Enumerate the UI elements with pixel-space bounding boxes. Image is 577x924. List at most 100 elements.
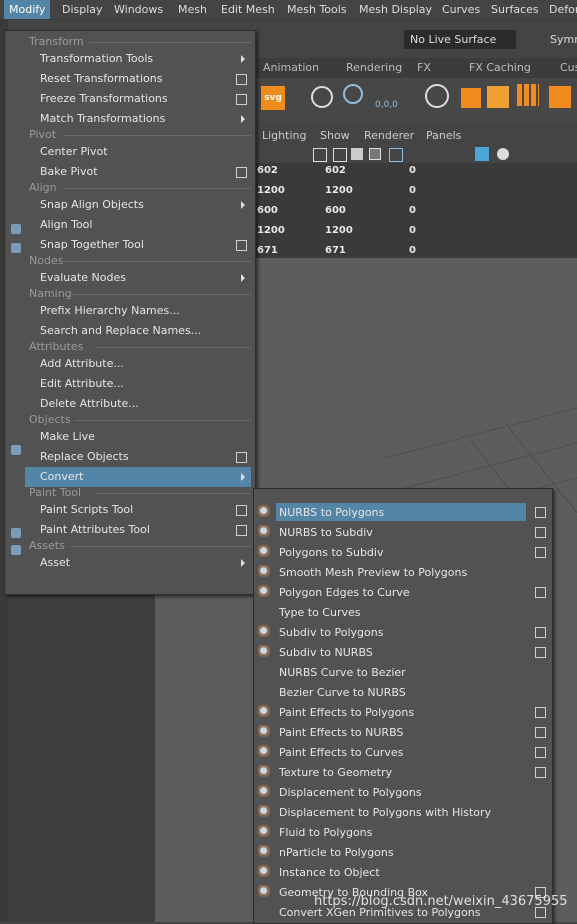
option-box-icon[interactable] xyxy=(236,452,247,463)
convert-item-fluid-to-polygons[interactable]: Fluid to Polygons xyxy=(254,823,550,843)
menu-curves[interactable]: Curves xyxy=(437,0,485,19)
option-box-icon[interactable] xyxy=(236,505,247,516)
menu-item-replace-objects[interactable]: Replace Objects xyxy=(5,447,253,467)
convert-item-nurbs-to-subdiv[interactable]: NURBS to Subdiv xyxy=(254,523,550,543)
convert-item-polygon-edges-to-curve[interactable]: Polygon Edges to Curve xyxy=(254,583,550,603)
menu-item-add-attribute[interactable]: Add Attribute... xyxy=(5,354,253,374)
menu-defor[interactable]: Defor xyxy=(544,0,577,19)
shelf-tool-icon[interactable] xyxy=(487,86,509,108)
menu-edit-mesh[interactable]: Edit Mesh xyxy=(216,0,280,19)
panel-menu-item[interactable]: Renderer xyxy=(364,128,414,144)
menu-item-paint-attributes-tool[interactable]: Paint Attributes Tool xyxy=(5,520,253,540)
shelf-tool-icon[interactable]: 0,0,0 xyxy=(375,82,405,112)
convert-item-paint-effects-to-polygons[interactable]: Paint Effects to Polygons xyxy=(254,703,550,723)
shelf-tab[interactable]: Rendering xyxy=(346,58,402,78)
menu-item-search-and-replace-names[interactable]: Search and Replace Names... xyxy=(5,321,253,341)
paint-effects-icon xyxy=(258,705,272,719)
option-box-icon[interactable] xyxy=(535,647,546,658)
option-box-icon[interactable] xyxy=(236,525,247,536)
shelf-tool-icon[interactable] xyxy=(461,88,481,108)
menu-item-snap-together-tool[interactable]: Snap Together Tool xyxy=(5,235,253,255)
panel-menu-item[interactable]: Show xyxy=(320,128,350,144)
shaded-icon[interactable] xyxy=(351,148,363,160)
panel-menu-item[interactable]: Panels xyxy=(426,128,461,144)
convert-item-instance-to-object[interactable]: Instance to Object xyxy=(254,863,550,883)
option-box-icon[interactable] xyxy=(236,167,247,178)
convert-item-texture-to-geometry[interactable]: Texture to Geometry xyxy=(254,763,550,783)
menu-modify[interactable]: Modify xyxy=(4,0,51,19)
shelf-tab[interactable]: Cus xyxy=(560,58,577,78)
menubar: Modify Display Windows Mesh Edit Mesh Mesh To… xyxy=(0,0,577,20)
textured-icon[interactable] xyxy=(369,148,381,160)
shelf-tool-icon[interactable] xyxy=(311,86,333,108)
option-box-icon[interactable] xyxy=(236,240,247,251)
sphere-icon[interactable] xyxy=(497,148,509,160)
menu-item-transformation-tools[interactable]: Transformation Tools xyxy=(5,49,253,69)
menu-windows[interactable]: Windows xyxy=(109,0,168,19)
menu-item-convert[interactable]: Convert xyxy=(5,467,253,487)
svg-icon[interactable]: svg xyxy=(261,86,285,110)
menu-item-edit-attribute[interactable]: Edit Attribute... xyxy=(5,374,253,394)
shelf-tab[interactable]: FX xyxy=(417,58,431,78)
table-cell: 0 xyxy=(409,225,416,236)
convert-item-displacement-to-polygons-with-history[interactable]: Displacement to Polygons with History xyxy=(254,803,550,823)
convert-item-smooth-mesh-preview-to-polygons[interactable]: Smooth Mesh Preview to Polygons xyxy=(254,563,550,583)
panel-menu-item[interactable]: Lighting xyxy=(262,128,306,144)
convert-item-paint-effects-to-nurbs[interactable]: Paint Effects to NURBS xyxy=(254,723,550,743)
menu-item-prefix-hierarchy-names[interactable]: Prefix Hierarchy Names... xyxy=(5,301,253,321)
menu-item-asset[interactable]: Asset xyxy=(5,553,253,573)
displacement-icon xyxy=(258,785,272,799)
convert-item-paint-effects-to-curves[interactable]: Paint Effects to Curves xyxy=(254,743,550,763)
option-box-icon[interactable] xyxy=(535,507,546,518)
option-box-icon[interactable] xyxy=(535,767,546,778)
option-box-icon[interactable] xyxy=(236,74,247,85)
convert-item-type-to-curves[interactable]: Type to Curves xyxy=(254,603,550,623)
convert-item-displacement-to-polygons[interactable]: Displacement to Polygons xyxy=(254,783,550,803)
menu-item-bake-pivot[interactable]: Bake Pivot xyxy=(5,162,253,182)
option-box-icon[interactable] xyxy=(535,727,546,738)
option-box-icon[interactable] xyxy=(535,527,546,538)
grid-icon[interactable] xyxy=(333,148,347,162)
menu-item-label: Snap Align Objects xyxy=(40,198,144,211)
convert-item-bezier-curve-to-nurbs[interactable]: Bezier Curve to NURBS xyxy=(254,683,550,703)
option-box-icon[interactable] xyxy=(535,587,546,598)
option-box-icon[interactable] xyxy=(535,627,546,638)
convert-item-nurbs-to-polygons[interactable]: NURBS to Polygons xyxy=(254,503,550,523)
shelf-tab[interactable]: FX Caching xyxy=(469,58,531,78)
menu-item-center-pivot[interactable]: Center Pivot xyxy=(5,142,253,162)
convert-item-subdiv-to-polygons[interactable]: Subdiv to Polygons xyxy=(254,623,550,643)
menu-item-freeze-transformations[interactable]: Freeze Transformations xyxy=(5,89,253,109)
menu-item-match-transformations[interactable]: Match Transformations xyxy=(5,109,253,129)
shelf-tool-icon[interactable] xyxy=(425,84,449,108)
symmetry-dropdown[interactable]: Symm xyxy=(550,30,577,49)
option-box-icon[interactable] xyxy=(535,747,546,758)
convert-item-subdiv-to-nurbs[interactable]: Subdiv to NURBS xyxy=(254,643,550,663)
menu-item-paint-scripts-tool[interactable]: Paint Scripts Tool xyxy=(5,500,253,520)
live-surface-field[interactable]: No Live Surface xyxy=(404,30,516,49)
menu-mesh[interactable]: Mesh xyxy=(173,0,212,19)
menu-item-evaluate-nodes[interactable]: Evaluate Nodes xyxy=(5,268,253,288)
lighting-icon[interactable] xyxy=(389,148,403,162)
wireframe-icon[interactable] xyxy=(313,148,327,162)
menu-display[interactable]: Display xyxy=(57,0,108,19)
cube-icon[interactable] xyxy=(475,147,489,161)
shelf-tool-icon[interactable] xyxy=(549,86,571,108)
menu-item-delete-attribute[interactable]: Delete Attribute... xyxy=(5,394,253,414)
shelf-tool-icon[interactable] xyxy=(343,84,363,104)
shelf-tool-icon[interactable] xyxy=(517,84,539,106)
section-divider xyxy=(95,493,251,494)
menu-mesh-tools[interactable]: Mesh Tools xyxy=(282,0,352,19)
option-box-icon[interactable] xyxy=(535,547,546,558)
menu-item-make-live[interactable]: Make Live xyxy=(5,427,253,447)
convert-item-nparticle-to-polygons[interactable]: nParticle to Polygons xyxy=(254,843,550,863)
option-box-icon[interactable] xyxy=(535,707,546,718)
menu-surfaces[interactable]: Surfaces xyxy=(486,0,544,19)
menu-mesh-display[interactable]: Mesh Display xyxy=(354,0,437,19)
option-box-icon[interactable] xyxy=(236,94,247,105)
menu-item-align-tool[interactable]: Align Tool xyxy=(5,215,253,235)
menu-item-snap-align-objects[interactable]: Snap Align Objects xyxy=(5,195,253,215)
convert-item-polygons-to-subdiv[interactable]: Polygons to Subdiv xyxy=(254,543,550,563)
shelf-tab[interactable]: Animation xyxy=(263,58,319,78)
menu-item-reset-transformations[interactable]: Reset Transformations xyxy=(5,69,253,89)
convert-item-nurbs-curve-to-bezier[interactable]: NURBS Curve to Bezier xyxy=(254,663,550,683)
